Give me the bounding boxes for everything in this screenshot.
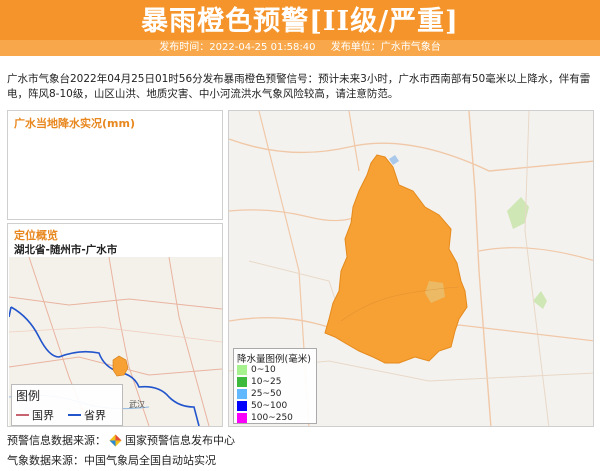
warning-center-logo-icon bbox=[109, 434, 122, 446]
rain-panel-title: 广水当地降水实况(mm) bbox=[14, 117, 135, 130]
rain-legend-label: 25~50 bbox=[251, 388, 282, 399]
rain-legend-item: 10~25 bbox=[237, 376, 315, 387]
rain-legend-label: 50~100 bbox=[251, 400, 288, 411]
rain-legend-item: 100~250 bbox=[237, 412, 315, 423]
warning-meta: 发布时间：2022-04-25 01:58:40 发布单位：广水市气象台 bbox=[0, 40, 600, 56]
rain-legend-title: 降水量图例(毫米) bbox=[237, 354, 311, 365]
location-path: 湖北省-随州市-广水市 bbox=[14, 244, 118, 256]
rain-legend-item: 50~100 bbox=[237, 400, 315, 411]
warning-header: 暴雨橙色预警[II级/严重] 发布时间：2022-04-25 01:58:40 … bbox=[0, 0, 600, 56]
warning-source-label: 预警信息数据来源： bbox=[7, 434, 106, 447]
map-legend: 图例 国界 省界 bbox=[11, 384, 123, 426]
province-border-line-icon bbox=[68, 414, 81, 416]
swatch-icon bbox=[237, 412, 247, 423]
swatch-icon bbox=[237, 364, 247, 375]
rain-legend-label: 100~250 bbox=[251, 412, 293, 423]
rain-legend-label: 10~25 bbox=[251, 376, 282, 387]
swatch-icon bbox=[237, 400, 247, 411]
rain-legend-item: 25~50 bbox=[237, 388, 315, 399]
legend-label: 省界 bbox=[84, 409, 106, 422]
map-legend-title: 图例 bbox=[16, 389, 41, 403]
legend-label: 国界 bbox=[32, 409, 54, 422]
warning-source: 预警信息数据来源： 国家预警信息发布中心 bbox=[7, 432, 235, 448]
swatch-icon bbox=[237, 376, 247, 387]
rain-legend-label: 0~10 bbox=[251, 364, 276, 375]
swatch-icon bbox=[237, 388, 247, 399]
publish-time: 发布时间：2022-04-25 01:58:40 bbox=[159, 42, 316, 53]
warning-description: 广水市气象台2022年04月25日01时56分发布暴雨橙色预警信号：预计未来3小… bbox=[7, 73, 591, 100]
location-panel: 定位概览 湖北省-随州市-广水市 武汉 图例 国界 省界 bbox=[7, 223, 223, 427]
publisher: 发布单位：广水市气象台 bbox=[330, 42, 441, 53]
national-border-line-icon bbox=[16, 414, 29, 416]
rain-legend: 降水量图例(毫米) 0~10 10~25 25~50 50~100 100~25… bbox=[233, 348, 317, 424]
warning-area-map-panel: 降水量图例(毫米) 0~10 10~25 25~50 50~100 100~25… bbox=[228, 110, 594, 427]
legend-item-national-border: 国界 bbox=[16, 407, 54, 423]
rain-legend-item: 0~10 bbox=[237, 364, 315, 375]
legend-item-province-border: 省界 bbox=[68, 407, 106, 423]
location-panel-title: 定位概览 bbox=[14, 229, 58, 242]
warning-title: 暴雨橙色预警[II级/严重] bbox=[141, 6, 459, 37]
weather-source: 气象数据来源：中国气象局全国自动站实况 bbox=[7, 454, 216, 467]
rain-panel: 广水当地降水实况(mm) bbox=[7, 110, 223, 220]
svg-text:武汉: 武汉 bbox=[129, 399, 145, 409]
warning-source-name: 国家预警信息发布中心 bbox=[125, 434, 235, 447]
